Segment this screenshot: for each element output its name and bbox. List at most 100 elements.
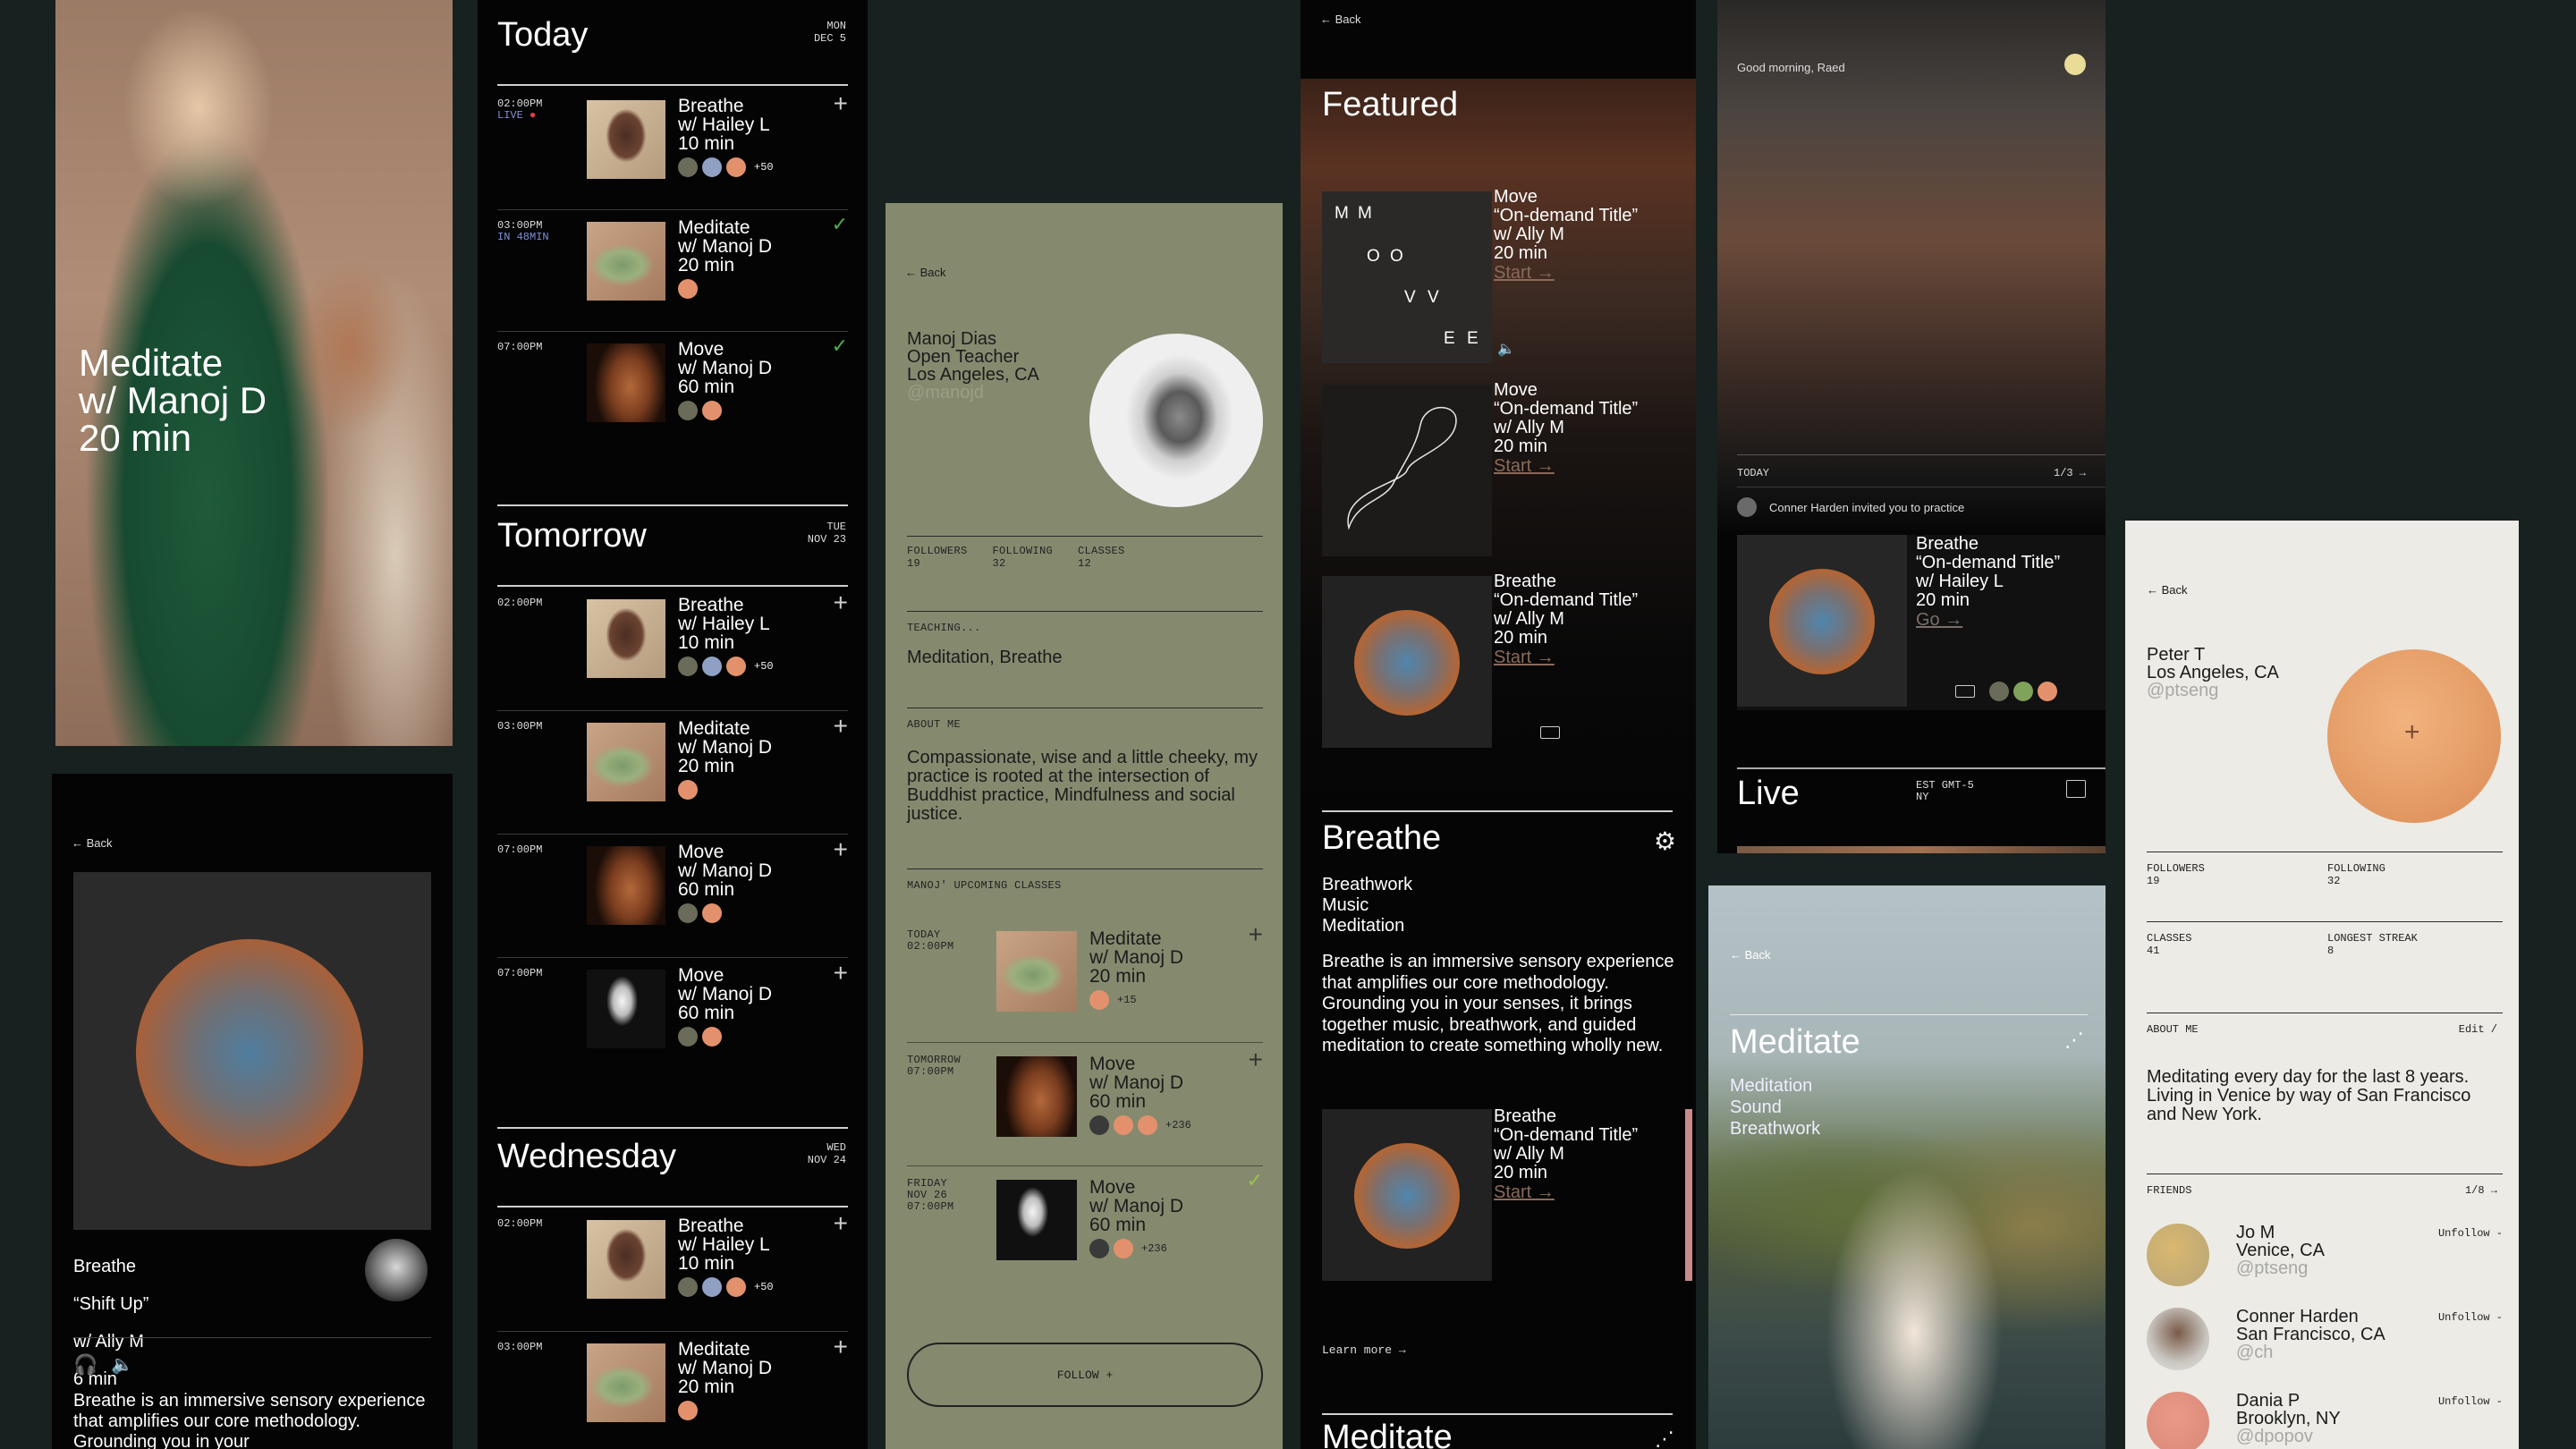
divider	[73, 1337, 431, 1338]
class-row[interactable]: 03:00PM Meditate w/ Manoj D 20 min +	[497, 1333, 848, 1449]
class-title: Meditate w/ Manoj D 20 min	[1089, 928, 1184, 987]
featured-item[interactable]: Move “On-demand Title” w/ Ally M 20 min …	[1494, 188, 1638, 284]
breathe-orb	[1354, 1143, 1460, 1249]
share-icon[interactable]: ⋰	[2064, 1029, 2084, 1052]
go-link[interactable]: Go →	[1916, 610, 2060, 631]
move-artwork[interactable]: M M O O V V E E	[1322, 191, 1492, 363]
back-link[interactable]: ← Back	[1320, 13, 1361, 26]
headphones-icon[interactable]: 🎧	[73, 1353, 97, 1377]
add-class-button[interactable]: +	[834, 961, 848, 986]
volume-icon[interactable]: 🔈	[111, 1353, 133, 1376]
add-class-button[interactable]: +	[834, 837, 848, 862]
teaching-value: Meditation, Breathe	[907, 648, 1063, 667]
upcoming-label: MANOJ' UPCOMING CLASSES	[907, 879, 1062, 892]
invite-card[interactable]: Breathe “On-demand Title” w/ Hailey L 20…	[1737, 535, 2106, 710]
day-divider	[497, 1127, 848, 1129]
start-link[interactable]: Start →	[1494, 1182, 1638, 1203]
inviter-avatar	[1737, 497, 1757, 517]
pager[interactable]: 1/3 →	[2054, 467, 2086, 479]
day-divider	[497, 1206, 848, 1208]
upcoming-class-row[interactable]: TOMORROW 07:00PM Move w/ Manoj D 60 min …	[907, 1044, 1263, 1160]
profile-handle: @manojd	[907, 383, 984, 402]
about-label: ABOUT ME	[907, 718, 962, 731]
start-link[interactable]: Start →	[1494, 456, 1638, 477]
featured-item[interactable]: Move “On-demand Title” w/ Ally M 20 min …	[1494, 381, 1638, 477]
featured-item-title: Move “On-demand Title” w/ Ally M 20 min	[1494, 380, 1639, 456]
profile-avatar-placeholder[interactable]: +	[2327, 649, 2501, 823]
add-class-button[interactable]: +	[834, 91, 848, 116]
class-title: Breathe w/ Hailey L 10 min	[678, 595, 770, 653]
live-title: Live	[1737, 775, 1800, 812]
hero-class-card[interactable]: Meditate w/ Manoj D 20 min	[55, 0, 453, 746]
breathe-section-title: Breathe	[1322, 819, 1442, 857]
friend-row[interactable]: Dania P Brooklyn, NY @dpopov Unfollow -	[2147, 1392, 2503, 1449]
move-artwork[interactable]	[1322, 385, 1492, 556]
class-thumbnail	[587, 1220, 665, 1299]
video-icon[interactable]	[1955, 685, 1975, 698]
add-class-button[interactable]: +	[1249, 922, 1263, 947]
teacher-avatar[interactable]	[365, 1239, 428, 1301]
gear-icon[interactable]: ⚙	[1654, 826, 1676, 856]
row-divider	[907, 1042, 1263, 1043]
class-row[interactable]: 07:00PM Move w/ Manoj D 60 min +	[497, 959, 848, 1080]
scrollbar[interactable]	[1685, 1109, 1692, 1281]
profile-location: Los Angeles, CA	[907, 365, 1039, 385]
breathe-detail-screen: ← Back Breathe “Shift Up” w/ Ally M 6 mi…	[52, 774, 453, 1449]
learn-more-link[interactable]: Learn more →	[1322, 1343, 1406, 1357]
breathe-artwork[interactable]	[1322, 576, 1492, 748]
booked-check-icon[interactable]: ✓	[832, 335, 848, 358]
friend-row[interactable]: Jo M Venice, CA @ptseng Unfollow -	[2147, 1224, 2503, 1304]
unfollow-button[interactable]: Unfollow -	[2438, 1311, 2503, 1324]
class-title: Meditate w/ Manoj D 20 min	[678, 217, 773, 275]
back-link[interactable]: ← Back	[905, 266, 946, 279]
profile-name: Manoj Dias	[907, 329, 997, 349]
day-title-today: Today	[497, 16, 589, 54]
unfollow-button[interactable]: Unfollow -	[2438, 1227, 2503, 1240]
class-row[interactable]: 03:00PM IN 48MIN Meditate w/ Manoj D 20 m…	[497, 211, 848, 333]
start-link[interactable]: Start →	[1494, 648, 1638, 668]
row-divider	[497, 834, 848, 835]
follow-button[interactable]: FOLLOW +	[907, 1343, 1263, 1407]
about-text: Compassionate, wise and a little cheeky,…	[907, 748, 1258, 824]
edit-button[interactable]: Edit /	[2459, 1023, 2497, 1036]
class-row[interactable]: 02:00PM Breathe w/ Hailey L 10 min +50 +	[497, 1209, 848, 1331]
profile-avatar	[1089, 334, 1263, 507]
friends-pager[interactable]: 1/8 →	[2465, 1184, 2497, 1197]
start-link[interactable]: Start →	[1494, 263, 1638, 284]
upcoming-class-row[interactable]: TODAY 02:00PM Meditate w/ Manoj D 20 min…	[907, 919, 1263, 1035]
profile-stats: FOLLOWERS 19 FOLLOWING 32 CLASSES 12	[907, 545, 1125, 570]
friend-row[interactable]: Conner Harden San Francisco, CA @ch Unfoll…	[2147, 1308, 2503, 1388]
booked-check-icon[interactable]: ✓	[1247, 1169, 1263, 1192]
video-icon[interactable]	[1540, 726, 1560, 739]
profile-role: Open Teacher	[907, 347, 1020, 367]
volume-icon[interactable]: 🔈	[1497, 340, 1515, 358]
booked-check-icon[interactable]: ✓	[832, 213, 848, 236]
day-divider	[497, 504, 848, 506]
invite-text[interactable]: Conner Harden invited you to practice	[1769, 501, 1964, 514]
class-row[interactable]: 02:00PM LIVE ● Breathe w/ Hailey L 10 min…	[497, 89, 848, 211]
add-class-button[interactable]: +	[1249, 1047, 1263, 1072]
add-class-button[interactable]: +	[834, 1211, 848, 1236]
class-row[interactable]: 03:00PM Meditate w/ Manoj D 20 min +	[497, 712, 848, 834]
share-icon[interactable]: ⋰	[1655, 1428, 1674, 1449]
add-photo-icon[interactable]: +	[2404, 717, 2420, 748]
breathe-artwork[interactable]	[1322, 1109, 1492, 1281]
upcoming-class-row[interactable]: FRIDAY NOV 26 07:00PM Move w/ Manoj D 60…	[907, 1167, 1263, 1284]
back-link[interactable]: ← Back	[1730, 948, 1771, 962]
add-class-button[interactable]: +	[834, 714, 848, 739]
class-row[interactable]: 07:00PM Move w/ Manoj D 60 min ✓	[497, 333, 848, 454]
add-class-button[interactable]: +	[834, 1335, 848, 1360]
featured-item[interactable]: Breathe “On-demand Title” w/ Ally M 20 m…	[1494, 1107, 1638, 1203]
class-row[interactable]: 02:00PM Breathe w/ Hailey L 10 min +50 +	[497, 589, 848, 710]
calendar-icon[interactable]	[2066, 780, 2086, 798]
featured-item[interactable]: Breathe “On-demand Title” w/ Ally M 20 m…	[1494, 572, 1638, 668]
class-title: Move w/ Manoj D 60 min	[678, 339, 773, 397]
class-row[interactable]: 07:00PM Move w/ Manoj D 60 min +	[497, 835, 848, 957]
day-date-tomorrow: TUE NOV 23	[807, 521, 846, 546]
back-link[interactable]: ← Back	[72, 836, 113, 850]
add-class-button[interactable]: +	[834, 590, 848, 615]
back-link[interactable]: ← Back	[2147, 583, 2188, 597]
unfollow-button[interactable]: Unfollow -	[2438, 1395, 2503, 1408]
class-thumbnail	[587, 599, 665, 678]
morning-gradient	[1717, 0, 2106, 537]
